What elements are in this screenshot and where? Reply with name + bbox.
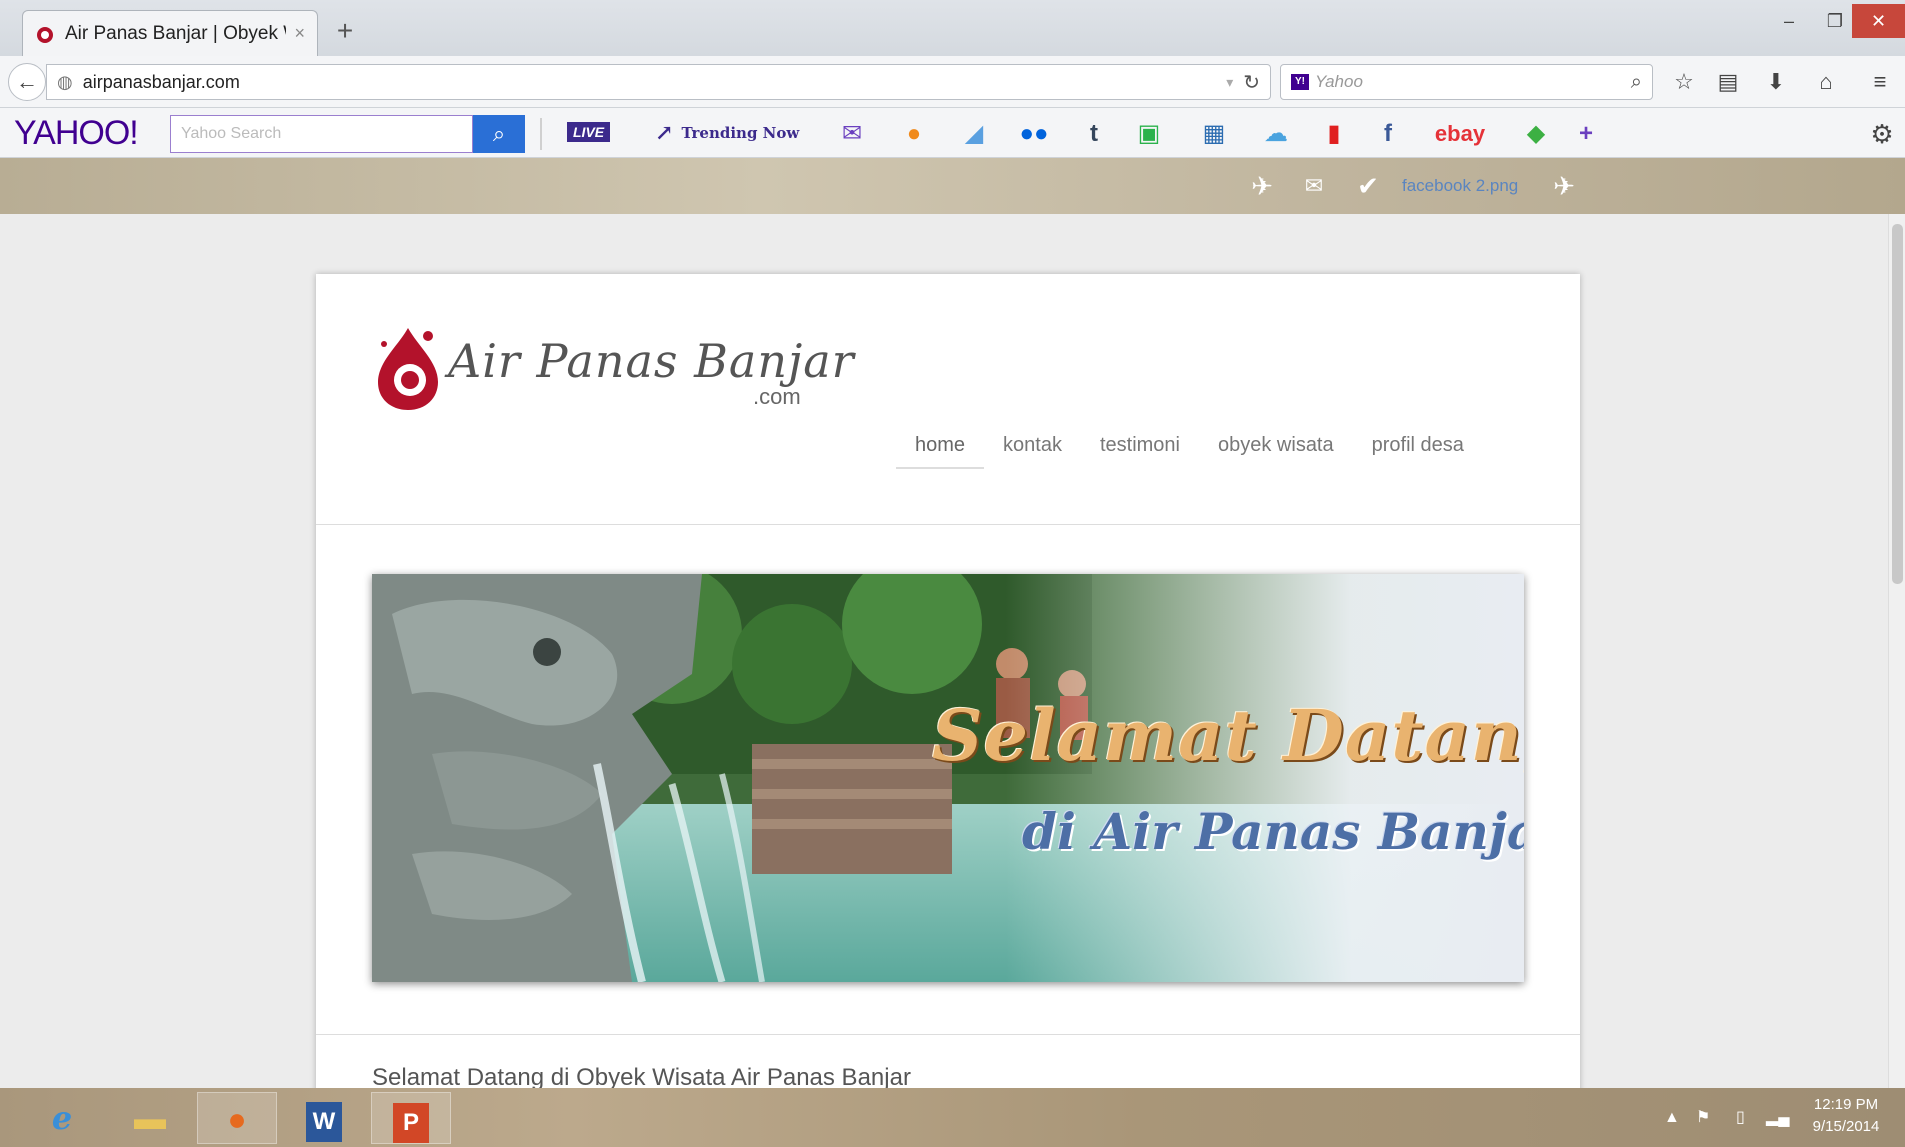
facebook-icon[interactable]: f <box>1370 118 1406 150</box>
header-divider <box>316 524 1580 525</box>
firefox-icon[interactable]: ● <box>197 1092 277 1144</box>
powerpoint-icon[interactable]: P <box>371 1092 451 1144</box>
hot-spring-drop-icon <box>378 328 438 410</box>
weather-icon[interactable]: ☁ <box>1258 118 1294 150</box>
browser-tab-bar: Air Panas Banjar | Obyek W... × + ‒ ❐ ✕ <box>0 0 1905 56</box>
address-bar[interactable]: ◍ airpanasbanjar.com ▾ ↻ <box>46 64 1271 100</box>
yahoo-search-button[interactable]: ⌕ <box>473 115 525 153</box>
tab-close-icon[interactable]: × <box>294 23 305 44</box>
menu-item-obyek-wisata[interactable]: obyek wisata <box>1199 424 1353 469</box>
network-signal-icon[interactable]: ▂▄ <box>1766 1104 1790 1132</box>
menu-item-home[interactable]: home <box>896 424 985 469</box>
toolbar-divider <box>540 118 542 150</box>
news-icon[interactable]: ▦ <box>1196 118 1232 150</box>
trending-icon: ↗ <box>655 120 674 146</box>
gear-icon[interactable]: ⚙ <box>1866 118 1898 150</box>
bookmarks-bar: ✈ ✉ ✔ facebook 2.png ✈ <box>0 158 1905 214</box>
finance-icon[interactable]: ◢ <box>956 118 992 150</box>
yahoo-search-input[interactable]: Yahoo Search <box>170 115 473 153</box>
battery-icon[interactable]: ▯ <box>1736 1104 1745 1132</box>
menu-item-kontak[interactable]: kontak <box>984 424 1081 469</box>
yahoo-engine-icon[interactable]: Y! <box>1291 74 1309 90</box>
tag-icon[interactable]: ◆ <box>1518 118 1554 150</box>
page-viewport: Air Panas Banjar .com home kontak testim… <box>0 214 1888 1088</box>
content-divider <box>316 1034 1580 1035</box>
menu-item-testimoni[interactable]: testimoni <box>1081 424 1199 469</box>
sports-ball-icon[interactable]: ● <box>896 118 932 150</box>
site-favicon-icon <box>37 26 53 43</box>
add-icon[interactable]: + <box>1568 118 1604 150</box>
page-scrollbar[interactable] <box>1888 214 1905 1088</box>
globe-icon: ◍ <box>57 71 73 92</box>
home-icon[interactable]: ⌂ <box>1806 64 1846 100</box>
action-center-flag-icon[interactable]: ⚑ <box>1696 1104 1710 1132</box>
file-explorer-icon[interactable]: ▬ <box>110 1092 190 1144</box>
facebook-bookmark[interactable]: facebook 2.png <box>1402 170 1518 202</box>
main-menu: home kontak testimoni obyek wisata profi… <box>896 424 1483 469</box>
trending-now-button[interactable]: ↗ Trending Now <box>655 118 799 148</box>
site-logo[interactable]: Air Panas Banjar .com <box>368 322 854 412</box>
live-button[interactable]: LIVE <box>567 122 611 142</box>
banner-subtitle: di Air Panas Banjar <box>1022 802 1524 861</box>
window-close-button[interactable]: ✕ <box>1852 4 1905 38</box>
flickr-icon[interactable]: ●● <box>1016 118 1052 150</box>
internet-explorer-icon[interactable]: e <box>22 1092 102 1144</box>
search-icon[interactable]: ⌕ <box>1631 71 1642 94</box>
word-label: W <box>306 1102 342 1142</box>
minimize-button[interactable]: ‒ <box>1766 4 1812 38</box>
ebay-icon[interactable]: ebay <box>1428 118 1492 150</box>
tray-expand-icon[interactable]: ▲ <box>1664 1104 1680 1132</box>
bird-bookmark-icon[interactable]: ✈ <box>1244 170 1280 202</box>
download-icon[interactable]: ⬇ <box>1756 64 1796 100</box>
tumblr-icon[interactable]: t <box>1076 118 1112 150</box>
banner-title: Selamat Datang <box>932 694 1524 777</box>
clock-date: 9/15/2014 <box>1812 1118 1880 1135</box>
browser-tab[interactable]: Air Panas Banjar | Obyek W... × <box>22 10 318 56</box>
back-arrow-icon[interactable]: ← <box>8 63 46 101</box>
logo-title: Air Panas Banjar <box>448 334 855 388</box>
yahoo-logo[interactable]: YAHOO! <box>14 114 139 153</box>
answers-icon[interactable]: ▣ <box>1131 118 1167 150</box>
browser-search-placeholder: Yahoo <box>1315 72 1363 91</box>
site-container: Air Panas Banjar .com home kontak testim… <box>316 274 1580 1088</box>
bookmarks-list-icon[interactable]: ▤ <box>1708 64 1748 100</box>
logo-suffix: .com <box>753 384 801 409</box>
hero-banner: Selamat Datang di Air Panas Banjar <box>372 574 1524 982</box>
envelope-bookmark-icon[interactable]: ✉ <box>1296 170 1332 202</box>
dropdown-arrow-icon[interactable]: ▾ <box>1226 74 1233 91</box>
bird2-bookmark-icon[interactable]: ✔ <box>1350 170 1386 202</box>
menu-icon[interactable]: ≡ <box>1860 64 1900 100</box>
scrollbar-thumb[interactable] <box>1892 224 1903 584</box>
banner-image <box>372 574 1524 982</box>
ppt-label: P <box>393 1103 429 1143</box>
tab-title: Air Panas Banjar | Obyek W... <box>65 22 286 44</box>
bird3-bookmark-icon[interactable]: ✈ <box>1546 170 1582 202</box>
welcome-heading: Selamat Datang di Obyek Wisata Air Panas… <box>372 1064 911 1088</box>
reload-icon[interactable]: ↻ <box>1243 70 1260 95</box>
browser-search-box[interactable]: Y! Yahoo ⌕ <box>1280 64 1653 100</box>
bookmark-star-icon[interactable]: ☆ <box>1664 64 1704 100</box>
mail-icon[interactable]: ✉ <box>834 118 870 150</box>
trending-label: Trending Now <box>681 124 800 142</box>
clock-time: 12:19 PM <box>1813 1096 1879 1113</box>
word-icon[interactable]: W <box>284 1092 364 1144</box>
taskbar-clock[interactable]: 12:19 PM 9/15/2014 <box>1796 1094 1896 1138</box>
menu-item-profil-desa[interactable]: profil desa <box>1353 424 1483 469</box>
new-tab-button[interactable]: + <box>328 14 362 48</box>
url-text: airpanasbanjar.com <box>82 71 240 92</box>
browser-nav-bar: ← ◍ airpanasbanjar.com ▾ ↻ Y! Yahoo ⌕ ☆ … <box>0 56 1905 108</box>
bookmark-ribbon-icon[interactable]: ▮ <box>1316 118 1352 150</box>
yahoo-toolbar: YAHOO! Yahoo Search ⌕ LIVE ↗ Trending No… <box>0 108 1905 158</box>
windows-taskbar: e ▬ ● W P ▲ ⚑ ▯ ▂▄ 12:19 PM 9/15/2014 <box>0 1088 1905 1147</box>
